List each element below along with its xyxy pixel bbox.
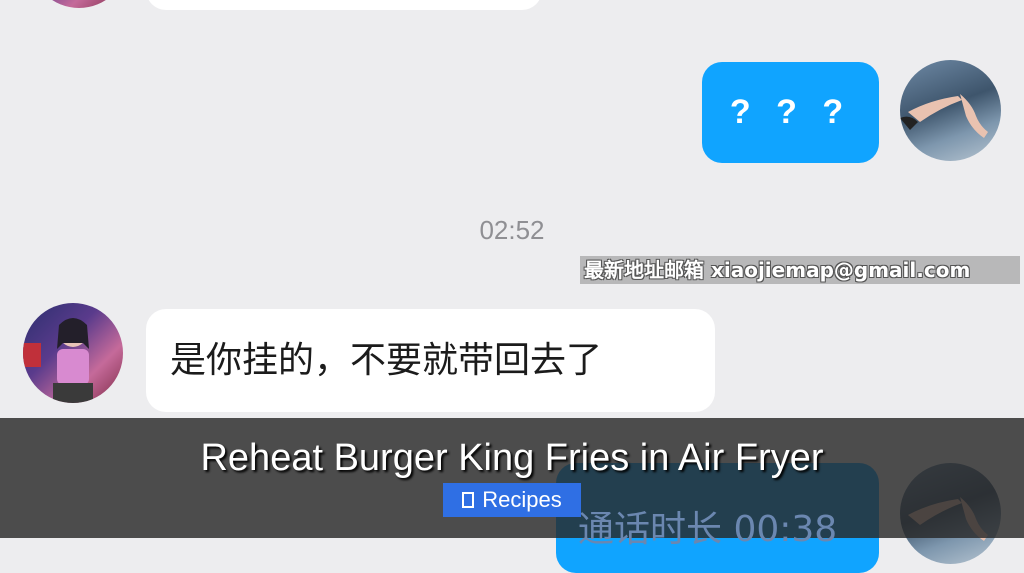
watermark-text: 最新地址邮箱 xiaojiemap@gmail.com (580, 256, 1020, 284)
call-duration-text: 通话时长 00:38 (578, 509, 838, 550)
outgoing-message-bubble[interactable]: ? ? ? (702, 62, 879, 163)
recipes-button-label: Recipes (482, 487, 562, 512)
incoming-message-text: 是你挂的，不要就带回去了 (170, 339, 603, 381)
contact-photo (23, 318, 93, 403)
hands-image (900, 94, 988, 138)
message-timestamp: 02:52 (479, 215, 545, 245)
contact-avatar[interactable] (23, 303, 123, 403)
incoming-message-bubble-partial (146, 0, 542, 10)
incoming-message-bubble[interactable]: 是你挂的，不要就带回去了 (146, 309, 715, 412)
recipes-button[interactable]: Recipes (443, 483, 581, 517)
user-avatar[interactable] (900, 60, 1001, 161)
contact-avatar-partial (30, 0, 128, 8)
outgoing-message-text: ? ? ? (729, 93, 852, 131)
book-icon (462, 492, 475, 508)
overlay-title: Reheat Burger King Fries in Air Fryer (200, 437, 824, 479)
